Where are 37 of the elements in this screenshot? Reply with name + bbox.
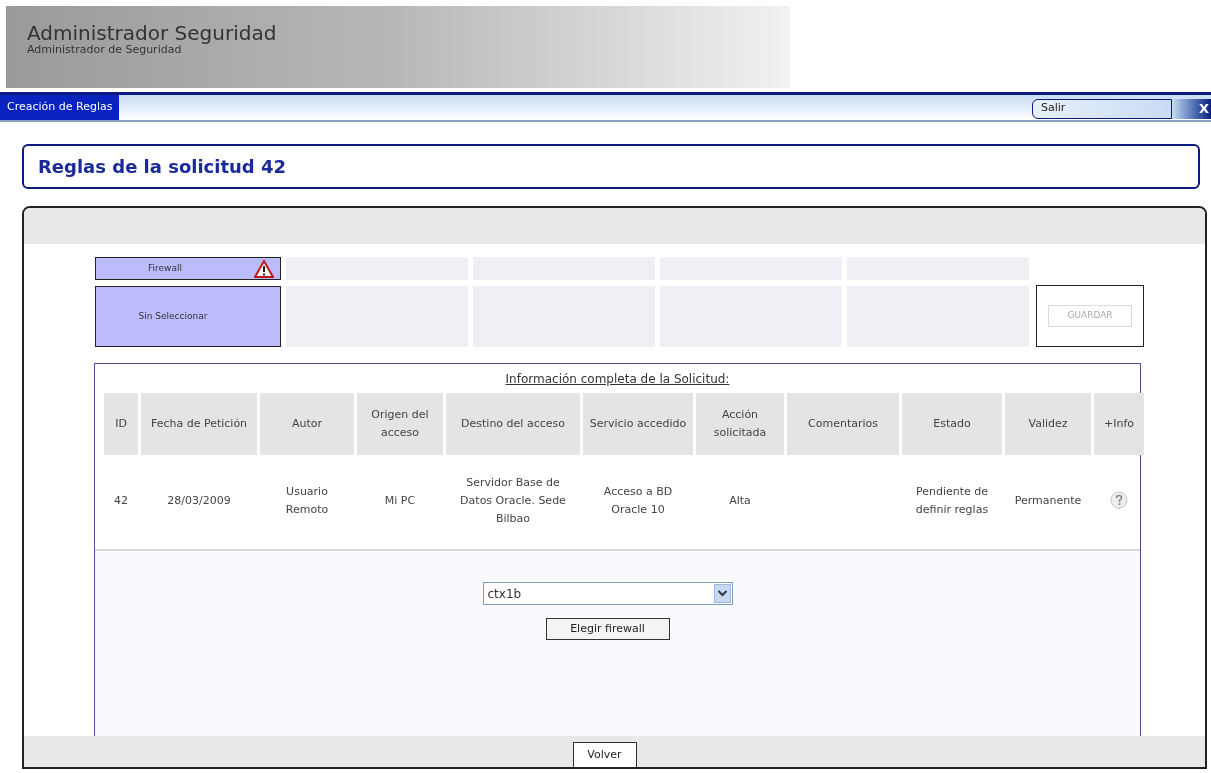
column-header: Validez: [1005, 393, 1091, 455]
choose-firewall-button[interactable]: Elegir firewall: [545, 618, 670, 640]
nav-tab[interactable]: Creación de Reglas: [0, 95, 120, 120]
table-cell: Permanente: [1014, 494, 1082, 507]
logout-button[interactable]: Salir: [1032, 98, 1172, 119]
table-cell: Mi PC: [384, 494, 416, 507]
column-header: Servicio accedido: [583, 393, 693, 455]
column-header: Origen del acceso: [357, 393, 443, 455]
help-icon[interactable]: [1110, 491, 1128, 511]
table-cell: Alta: [729, 494, 751, 507]
table-cell: Acceso a BD Oracle 10: [603, 485, 673, 516]
dropdown-icon: [713, 584, 731, 603]
select-value: ctx1b: [486, 585, 522, 603]
column-header: ID: [104, 393, 138, 455]
stage-cell[interactable]: Sin Seleccionar: [95, 286, 281, 347]
table-cell: Pendiente de definir reglas: [915, 485, 989, 516]
table-cell: 28/03/2009: [167, 494, 231, 507]
table-cell: Usuario Remoto: [285, 485, 329, 516]
app-title: Administrador Seguridad: [27, 22, 277, 44]
column-header: Estado: [902, 393, 1002, 455]
stage-value: Sin Seleccionar: [138, 309, 209, 323]
firewall-select[interactable]: ctx1b: [482, 582, 733, 605]
app-subtitle: Administrador de Seguridad: [27, 44, 182, 55]
info-caption: Información completa de la Solicitud:: [505, 372, 730, 386]
stage-label: Firewall: [147, 261, 182, 275]
back-button[interactable]: Volver: [572, 742, 637, 767]
column-header: Comentarios: [787, 393, 899, 455]
column-header: +Info: [1094, 393, 1144, 455]
column-header: Autor: [260, 393, 354, 455]
column-header: Acción solicitada: [696, 393, 784, 455]
column-header: Fecha de Petición: [141, 393, 257, 455]
table-cell: Servidor Base de Datos Oracle. Sede Bilbao: [460, 476, 566, 525]
page-title: Reglas de la solicitud 42: [38, 155, 287, 179]
column-header: Destino del acceso: [446, 393, 580, 455]
stage-header[interactable]: Firewall: [95, 257, 281, 280]
close-button[interactable]: X: [1172, 98, 1211, 119]
table-cell: 42: [114, 494, 128, 507]
